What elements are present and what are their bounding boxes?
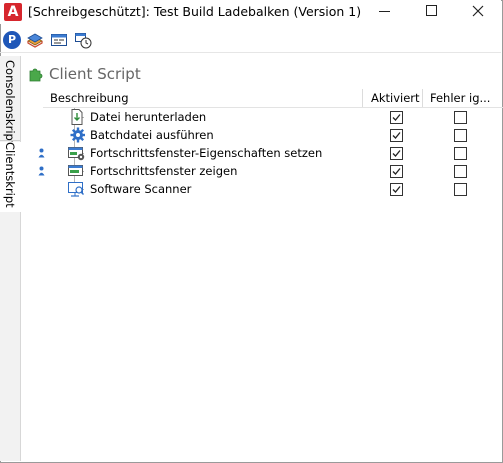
deploy-icon[interactable] xyxy=(26,31,44,49)
grid-header: Beschreibung Aktiviert Fehler ig... xyxy=(44,89,503,107)
console-window-icon[interactable] xyxy=(50,31,68,49)
tab-consolenskript[interactable]: Consolenskript xyxy=(0,60,20,145)
minimize-button[interactable] xyxy=(362,0,408,22)
app-icon: A xyxy=(4,3,22,21)
tab-clientskript-label: Clientskript xyxy=(3,142,17,208)
column-header-fehler[interactable]: Fehler ig... xyxy=(430,91,490,105)
gear-icon xyxy=(70,127,85,143)
schedule-icon[interactable] xyxy=(74,31,92,49)
toolbar-divider xyxy=(0,52,501,53)
row-label: Fortschrittsfenster zeigen xyxy=(90,164,238,178)
window-settings-icon xyxy=(68,147,85,161)
check-icon xyxy=(392,114,401,121)
script-row[interactable]: Fortschrittsfenster zeigen xyxy=(21,162,501,180)
title-bar[interactable]: A [Schreibgeschützt]: Test Build Ladebal… xyxy=(0,0,501,24)
check-icon xyxy=(392,132,401,139)
window-title: [Schreibgeschützt]: Test Build Ladebalke… xyxy=(28,4,362,19)
column-header-beschreibung[interactable]: Beschreibung xyxy=(50,91,129,105)
row-label: Datei herunterladen xyxy=(90,110,207,124)
aktiviert-checkbox[interactable] xyxy=(390,183,403,196)
script-row[interactable]: Datei herunterladen xyxy=(21,108,501,126)
toolbar: P xyxy=(0,28,501,52)
script-row[interactable]: Batchdatei ausführen xyxy=(21,126,501,144)
row-label: Fortschrittsfenster-Eigenschaften setzen xyxy=(90,146,323,160)
close-button[interactable] xyxy=(455,0,501,22)
fehler-checkbox[interactable] xyxy=(454,147,467,160)
fehler-checkbox[interactable] xyxy=(454,165,467,178)
download-file-icon xyxy=(71,109,83,125)
column-header-aktiviert[interactable]: Aktiviert xyxy=(371,91,420,105)
user-marker-icon xyxy=(38,166,45,176)
script-row[interactable]: Fortschrittsfenster-Eigenschaften setzen xyxy=(21,144,501,162)
fehler-checkbox[interactable] xyxy=(454,183,467,196)
aktiviert-checkbox[interactable] xyxy=(390,111,403,124)
check-icon xyxy=(392,186,401,193)
close-icon xyxy=(472,5,484,17)
check-icon xyxy=(392,168,401,175)
user-marker-icon xyxy=(38,148,45,158)
row-label: Software Scanner xyxy=(90,182,192,196)
fehler-checkbox[interactable] xyxy=(454,111,467,124)
section-title: Client Script xyxy=(49,65,141,83)
row-label: Batchdatei ausführen xyxy=(90,128,214,142)
client-script-panel: Client Script Beschreibung Aktiviert Feh… xyxy=(21,56,503,461)
scanner-icon xyxy=(68,182,84,197)
puzzle-icon xyxy=(29,68,43,82)
column-divider[interactable] xyxy=(422,89,423,107)
check-icon xyxy=(392,150,401,157)
side-tab-strip: Consolenskript Clientskript xyxy=(0,56,21,461)
tab-clientskript[interactable]: Clientskript xyxy=(0,142,21,212)
aktiviert-checkbox[interactable] xyxy=(390,147,403,160)
column-divider[interactable] xyxy=(362,89,363,107)
publish-icon[interactable]: P xyxy=(3,31,21,49)
tab-consolenskript-label: Consolenskript xyxy=(3,60,17,146)
script-row[interactable]: Software Scanner xyxy=(21,180,501,198)
window-show-icon xyxy=(68,165,83,176)
fehler-checkbox[interactable] xyxy=(454,129,467,142)
aktiviert-checkbox[interactable] xyxy=(390,129,403,142)
maximize-button[interactable] xyxy=(408,0,454,22)
aktiviert-checkbox[interactable] xyxy=(390,165,403,178)
